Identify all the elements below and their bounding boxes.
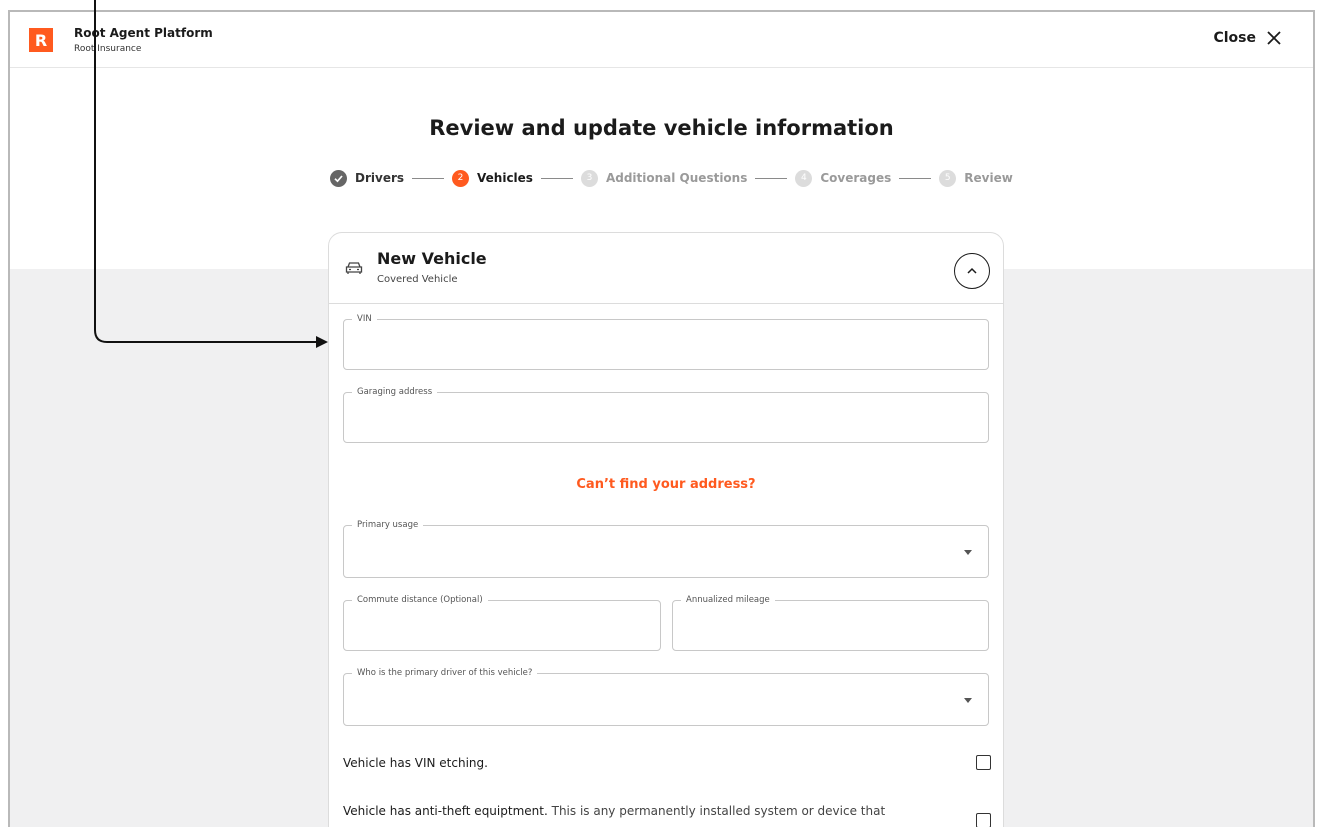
- garaging-address-label: Garaging address: [352, 386, 438, 398]
- step-additional-questions[interactable]: 3 Additional Questions: [580, 169, 748, 187]
- step-connector: [540, 177, 573, 179]
- collapse-button[interactable]: [954, 253, 990, 289]
- primary-usage-label: Primary usage: [352, 519, 424, 531]
- primary-driver-label: Who is the primary driver of this vehicl…: [352, 667, 538, 679]
- vehicle-subtitle: Covered Vehicle: [377, 274, 458, 285]
- commute-distance-label: Commute distance (Optional): [352, 594, 488, 606]
- chevron-up-icon: [967, 267, 977, 274]
- vin-etching-checkbox[interactable]: [976, 755, 991, 770]
- step-vehicles[interactable]: 2 Vehicles: [452, 169, 533, 187]
- anti-theft-detail: This is any permanently installed system…: [551, 804, 886, 818]
- step-number: 5: [939, 169, 957, 187]
- screenshot-frame: R Root Agent Platform Root Insurance Clo…: [0, 0, 1323, 827]
- progress-stepper: Drivers 2 Vehicles 3 Additional Question…: [330, 169, 1013, 187]
- step-label: Coverages: [820, 171, 892, 185]
- step-number: 3: [580, 169, 598, 187]
- annualized-mileage-label: Annualized mileage: [681, 594, 775, 606]
- anti-theft-checkbox[interactable]: [976, 813, 991, 827]
- frame-border-left: [8, 10, 10, 827]
- root-logo: R: [29, 28, 53, 52]
- vin-field[interactable]: VIN: [343, 313, 989, 370]
- anti-theft-row: Vehicle has anti-theft equiptment. This …: [343, 803, 991, 827]
- caret-down-icon: [964, 550, 972, 555]
- step-label: Additional Questions: [605, 171, 748, 185]
- step-label: Vehicles: [477, 171, 533, 185]
- step-number: 2: [452, 169, 470, 187]
- commute-distance-input[interactable]: [356, 615, 648, 642]
- anti-theft-label: Vehicle has anti-theft equiptment.: [343, 804, 548, 818]
- vin-label: VIN: [352, 313, 377, 325]
- close-label: Close: [1213, 30, 1256, 46]
- primary-usage-select[interactable]: Primary usage: [343, 519, 989, 578]
- app-header: R Root Agent Platform Root Insurance Clo…: [10, 12, 1313, 68]
- app-window: R Root Agent Platform Root Insurance Clo…: [10, 12, 1313, 827]
- frame-border-top: [8, 10, 1315, 12]
- car-icon: [345, 262, 363, 274]
- step-number: 4: [795, 169, 813, 187]
- step-label: Drivers: [355, 171, 405, 185]
- step-connector: [755, 177, 788, 179]
- check-icon: [330, 169, 347, 187]
- step-connector: [899, 177, 932, 179]
- page-title: Review and update vehicle information: [429, 116, 894, 140]
- step-connector: [412, 177, 445, 179]
- step-label: Review: [964, 171, 1013, 185]
- vehicle-card-header: New Vehicle Covered Vehicle: [329, 233, 1003, 304]
- app-title: Root Agent Platform: [74, 26, 213, 40]
- vehicle-card: New Vehicle Covered Vehicle VIN Garaging…: [328, 232, 1004, 827]
- close-icon: [1267, 31, 1281, 45]
- step-review[interactable]: 5 Review: [939, 169, 1013, 187]
- garaging-address-input[interactable]: [356, 407, 976, 434]
- vin-input[interactable]: [356, 334, 976, 361]
- annualized-mileage-input[interactable]: [685, 615, 976, 642]
- vin-etching-label: Vehicle has VIN etching.: [343, 756, 488, 770]
- app-subtitle: Root Insurance: [74, 44, 142, 54]
- garaging-address-field[interactable]: Garaging address: [343, 386, 989, 443]
- primary-driver-select[interactable]: Who is the primary driver of this vehicl…: [343, 667, 989, 726]
- step-drivers[interactable]: Drivers: [330, 169, 405, 187]
- close-button[interactable]: Close: [1213, 30, 1282, 46]
- cant-find-address-link[interactable]: Can’t find your address?: [329, 477, 1003, 492]
- annualized-mileage-field[interactable]: Annualized mileage: [672, 594, 989, 651]
- caret-down-icon: [964, 698, 972, 703]
- commute-distance-field[interactable]: Commute distance (Optional): [343, 594, 661, 651]
- anti-theft-text: Vehicle has anti-theft equiptment. This …: [343, 803, 943, 819]
- step-coverages[interactable]: 4 Coverages: [795, 169, 892, 187]
- vin-etching-row: Vehicle has VIN etching.: [343, 755, 991, 771]
- frame-border-right: [1313, 10, 1315, 827]
- vehicle-title: New Vehicle: [377, 249, 487, 268]
